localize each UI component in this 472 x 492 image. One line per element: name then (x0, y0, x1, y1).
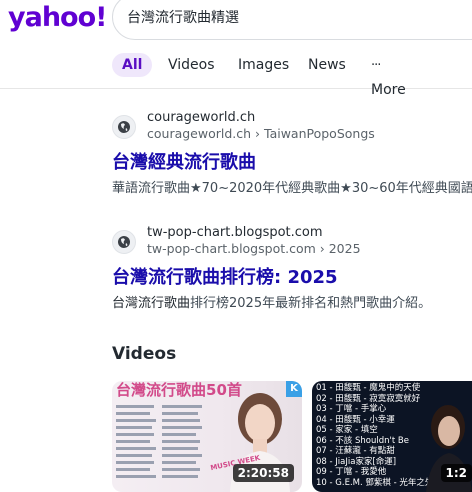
thumbnail-title: 台灣流行歌曲50首 (116, 381, 242, 399)
result-snippet: 華語流行歌曲★70~2020年代經典歌曲★30~60年代經典國語 (112, 181, 472, 196)
tab-news[interactable]: News (308, 53, 346, 77)
globe-icon (112, 230, 136, 254)
site-breadcrumb[interactable]: courageworld.ch › TaiwanPopoSongs (147, 126, 375, 141)
playlist-track: 01 - 田馥甄 - 魔鬼中的天使 (316, 383, 421, 393)
playlist-overlay: 01 - 田馥甄 - 魔鬼中的天使 02 - 田馥甄 - 寂寞寂寞就好 03 -… (316, 383, 433, 488)
tab-all[interactable]: All (112, 53, 153, 77)
playlist-track: 03 - 丁噹 - 手掌心 (316, 404, 387, 414)
playlist-track: 10 - G.E.M. 鄧紫棋 - 光年之外 (316, 477, 434, 488)
playlist-track: 02 - 田馥甄 - 寂寞寂寞就好 (316, 393, 421, 404)
playlist-track: 09 - 丁噹 - 我愛他 (316, 467, 387, 477)
playlist-track: 07 - 汪蘇瀧 - 有點甜 (316, 446, 395, 456)
search-input[interactable]: 台灣流行歌曲精選 (112, 0, 472, 40)
globe-icon (112, 115, 136, 139)
video-duration: 1:2 (440, 464, 472, 482)
playlist-track: 05 - 家家 - 填空 (316, 425, 378, 435)
yahoo-logo[interactable]: yahoo! (8, 2, 107, 33)
site-breadcrumb[interactable]: tw-pop-chart.blogspot.com › 2025 (147, 241, 361, 256)
search-result: courageworld.ch courageworld.ch › Taiwan… (112, 110, 472, 205)
video-duration: 2:20:58 (232, 464, 294, 482)
search-query[interactable]: 台灣流行歌曲精選 (127, 7, 239, 27)
result-title-link[interactable]: 台灣經典流行歌曲 (112, 148, 256, 174)
playlist-track: 08 - JiaJia家家[命運] (316, 456, 397, 467)
snippet-highlight: 台灣流行歌曲 (112, 296, 191, 311)
site-name: tw-pop-chart.blogspot.com (147, 225, 323, 240)
song-list-graphic (112, 401, 210, 492)
result-snippet: 台灣流行歌曲排行榜2025年最新排名和熱門歌曲介紹。 (112, 292, 431, 311)
playlist-track: 06 - 不該 Shouldn't Be (316, 435, 409, 446)
more-dots-icon: ··· (371, 58, 381, 73)
snippet-text: 排行榜2025年最新排名和熱門歌曲介紹。 (190, 296, 432, 311)
tab-videos[interactable]: Videos (168, 53, 215, 77)
header: yahoo! 台灣流行歌曲精選 All Videos Images News ·… (0, 0, 472, 98)
result-title-link[interactable]: 台灣流行歌曲排行榜: 2025 (112, 263, 338, 289)
channel-badge: K (286, 381, 302, 397)
video-thumbnail[interactable]: 01 - 田馥甄 - 魔鬼中的天使 02 - 田馥甄 - 寂寞寂寞就好 03 -… (312, 381, 472, 492)
video-thumbnail[interactable]: 台灣流行歌曲50首 K MUSIC WEEK 2:20:58 (112, 381, 302, 492)
tab-more-label: More (371, 82, 406, 98)
videos-heading: Videos (112, 344, 177, 364)
search-result: tw-pop-chart.blogspot.com tw-pop-chart.b… (112, 225, 472, 320)
tab-more[interactable]: ··· More (371, 53, 406, 98)
site-name: courageworld.ch (147, 110, 256, 125)
tab-images[interactable]: Images (238, 53, 289, 77)
playlist-track: 04 - 田馥甄 - 小幸運 (316, 414, 395, 425)
